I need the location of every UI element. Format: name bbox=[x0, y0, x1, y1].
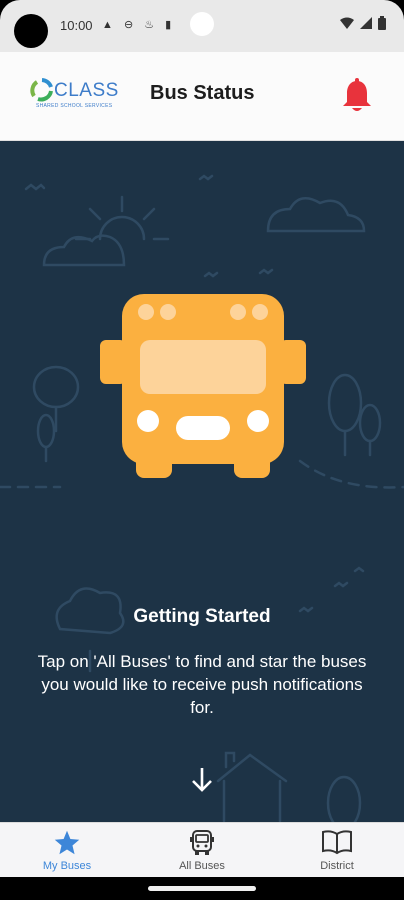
getting-started-heading: Getting Started bbox=[133, 606, 271, 627]
tab-all-buses[interactable]: All Buses bbox=[135, 823, 269, 878]
tab-district[interactable]: District bbox=[270, 823, 404, 878]
class-logo[interactable]: CLASS SHARED SCHOOL SERVICES bbox=[30, 78, 125, 114]
battery-icon bbox=[378, 16, 386, 30]
status-right-icons bbox=[340, 16, 386, 30]
logo-subtitle: SHARED SCHOOL SERVICES bbox=[36, 103, 113, 109]
home-handle[interactable] bbox=[148, 886, 256, 891]
tab-my-buses[interactable]: My Buses bbox=[0, 823, 134, 878]
logo-text: CLASS bbox=[54, 80, 119, 101]
status-time: 10:00 bbox=[60, 18, 93, 33]
camera-dot bbox=[190, 12, 214, 36]
tab-label-district: District bbox=[320, 860, 354, 872]
bell-icon[interactable] bbox=[340, 78, 374, 114]
page-title: Bus Status bbox=[150, 82, 255, 104]
status-bar: 10:00 ▲ ⊖ ♨ ▮ bbox=[0, 0, 404, 52]
camera-cutout bbox=[14, 14, 48, 48]
school-bus-illustration bbox=[100, 294, 306, 478]
bottom-tab-bar: My Buses All Buses District bbox=[0, 822, 404, 878]
book-icon bbox=[322, 830, 352, 855]
signal-icon bbox=[360, 17, 372, 29]
wifi-icon bbox=[340, 17, 354, 29]
phone-screen: 10:00 ▲ ⊖ ♨ ▮ CLASS SHARED SCHOOL SERVIC… bbox=[0, 0, 404, 900]
system-nav-bar bbox=[0, 877, 404, 900]
getting-started-panel bbox=[0, 141, 404, 822]
arrow-down-icon bbox=[192, 768, 212, 792]
bus-icon bbox=[190, 830, 214, 855]
tab-label-all-buses: All Buses bbox=[179, 860, 225, 872]
tab-label-my-buses: My Buses bbox=[42, 860, 92, 872]
getting-started-text: Tap on 'All Buses' to find and star the … bbox=[37, 652, 367, 717]
recycle-logo-icon bbox=[30, 78, 53, 102]
notification-icons: ▲ ⊖ ♨ ▮ bbox=[102, 19, 176, 31]
star-icon bbox=[54, 830, 80, 855]
